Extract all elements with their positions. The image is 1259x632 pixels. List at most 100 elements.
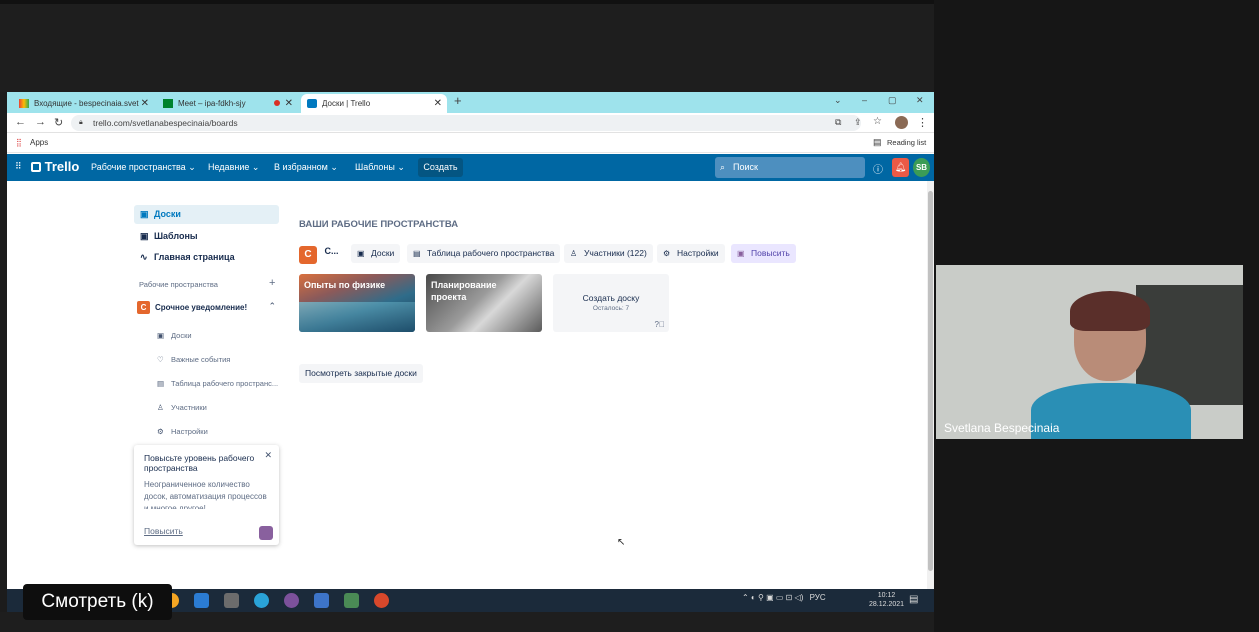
main-content: ▣ Доски ▣ Шаблоны ∿ Главная страница Рабочи…: [7, 181, 934, 589]
avatar[interactable]: SB: [913, 158, 930, 177]
search-icon: ⌕: [720, 162, 726, 172]
gear-icon: ⚙: [663, 249, 671, 258]
profile-avatar[interactable]: [895, 116, 908, 129]
members-icon: ♙: [570, 249, 578, 258]
vscode-icon[interactable]: [194, 593, 209, 608]
chevron-up-icon: ⌃: [268, 301, 276, 311]
workspace-table-button[interactable]: ▤ Таблица рабочего пространства: [407, 244, 561, 263]
meet-icon: [163, 99, 173, 108]
app-icon[interactable]: [314, 593, 329, 608]
subitem-highlights[interactable]: ♡ Важные события: [157, 355, 230, 364]
translate-icon[interactable]: ⧉: [835, 117, 841, 128]
subitem-settings[interactable]: ⚙ Настройки: [157, 427, 208, 436]
viber-icon[interactable]: [284, 593, 299, 608]
workspace-badge[interactable]: С С...: [299, 244, 338, 264]
participant-video: Svetlana Bespecinaia: [936, 265, 1243, 439]
create-button[interactable]: Создать: [418, 158, 463, 177]
clock[interactable]: 10:12 28.12.2021: [869, 591, 904, 609]
share-icon[interactable]: ⇪: [854, 117, 862, 128]
tab-search-icon[interactable]: ⌄: [834, 95, 842, 106]
boards-button[interactable]: ▣ Доски: [351, 244, 401, 263]
participant-name: Svetlana Bespecinaia: [944, 421, 1060, 435]
upgrade-icon: [259, 526, 273, 540]
subitem-boards[interactable]: ▣ Доски: [157, 331, 192, 340]
closed-boards-button[interactable]: Посмотреть закрытые доски: [299, 364, 423, 383]
minimize-icon[interactable]: –: [862, 95, 867, 105]
reading-list-icon: ▤: [873, 137, 882, 147]
search-input[interactable]: ⌕ Поиск: [715, 157, 865, 178]
board-icon: ▣: [140, 209, 149, 219]
workspace-header[interactable]: С Срочное уведомление! ⌃: [137, 300, 279, 316]
chevron-down-icon: ⌄: [397, 162, 405, 172]
notifications-icon[interactable]: ▤: [909, 594, 918, 605]
scrollbar-thumb[interactable]: [928, 191, 933, 571]
lock-icon: 🔒︎: [79, 119, 83, 126]
add-workspace-icon[interactable]: +: [269, 277, 275, 289]
url-input[interactable]: 🔒︎ trello.com/svetlanabespecinaia/boards: [71, 115, 861, 131]
nav-recent[interactable]: Недавние ⌄: [208, 162, 259, 173]
bookmarks-bar: ⣿ Apps ▤ Reading list: [7, 133, 934, 153]
menu-icon[interactable]: ⋮: [917, 116, 928, 129]
pulse-icon: ∿: [140, 252, 148, 262]
close-icon[interactable]: ✕: [264, 450, 272, 461]
new-tab-button[interactable]: +: [454, 93, 462, 108]
apps-link[interactable]: Apps: [30, 138, 48, 147]
help-icon[interactable]: ?⃝: [655, 320, 665, 329]
gmail-icon: [19, 99, 29, 108]
nav-starred[interactable]: В избранном ⌄: [274, 162, 338, 173]
chrome-icon[interactable]: [344, 593, 359, 608]
board-wave: [299, 302, 415, 332]
close-icon[interactable]: ✕: [285, 98, 293, 109]
gear-icon: ⚙: [157, 427, 164, 436]
tab-trello[interactable]: Доски | Trello ✕: [301, 94, 447, 113]
back-icon[interactable]: ←: [15, 116, 26, 128]
nav-templates[interactable]: Шаблоны ⌄: [355, 162, 405, 173]
close-icon[interactable]: ✕: [434, 98, 442, 109]
reload-icon[interactable]: ↻: [54, 116, 63, 129]
trello-logo[interactable]: Trello: [31, 159, 79, 174]
sidebar-item-home[interactable]: ∿ Главная страница: [134, 248, 279, 267]
chevron-down-icon: ⌄: [251, 162, 260, 172]
trello-header: ⠿ Trello Рабочие пространства ⌄ Недавние…: [7, 154, 934, 181]
bell-icon[interactable]: 🔔︎: [892, 158, 909, 177]
upgrade-link[interactable]: Повысить: [144, 526, 183, 536]
apps-icon[interactable]: ⣿: [16, 138, 22, 147]
scrollbar[interactable]: [927, 181, 934, 589]
board-tile-planning[interactable]: Планирование проекта: [426, 274, 542, 332]
system-tray[interactable]: ⌃ ◐ ⚲ ▣ ▭ ⊡ ◁) РУС: [742, 593, 826, 602]
trello-board-icon: [31, 162, 41, 172]
close-icon[interactable]: ✕: [141, 98, 149, 109]
board-icon: ▣: [357, 249, 365, 258]
window-close-icon[interactable]: ✕: [916, 95, 924, 106]
subitem-table[interactable]: ▤ Таблица рабочего пространс...: [157, 379, 278, 388]
sidebar-item-boards[interactable]: ▣ Доски: [134, 205, 279, 224]
maximize-icon[interactable]: ▢: [888, 95, 897, 106]
create-board-tile[interactable]: Создать доску Осталось: 7 ?⃝: [553, 274, 669, 332]
board-tile-physics[interactable]: Опыты по физике: [299, 274, 415, 332]
tab-strip: Входящие - bespecinaia.svetlana ✕ Meet –…: [7, 92, 934, 113]
upgrade-button[interactable]: ▣ Повысить: [731, 244, 796, 263]
forward-icon[interactable]: →: [35, 116, 46, 128]
app-icon[interactable]: [374, 593, 389, 608]
tab-gmail[interactable]: Входящие - bespecinaia.svetlana ✕: [13, 94, 154, 113]
tab-meet[interactable]: Meet – ipa-fdkh-sjy ✕: [157, 94, 298, 113]
address-bar: ← → ↻ 🔒︎ trello.com/svetlanabespecinaia/…: [7, 113, 934, 133]
telegram-icon[interactable]: [254, 593, 269, 608]
reading-list-link[interactable]: Reading list: [887, 138, 926, 147]
members-button[interactable]: ♙ Участники (122): [564, 244, 653, 263]
table-icon: ▤: [157, 379, 165, 388]
board-icon: ▣: [157, 331, 165, 340]
chevron-down-icon: ⌄: [330, 162, 338, 172]
sidebar-item-templates[interactable]: ▣ Шаблоны: [134, 227, 279, 246]
nav-workspaces[interactable]: Рабочие пространства ⌄: [91, 162, 196, 173]
app-switcher-icon[interactable]: ⠿: [15, 161, 22, 172]
info-icon[interactable]: ⓘ: [873, 161, 883, 176]
subitem-members[interactable]: ♙ Участники: [157, 403, 207, 412]
trello-icon: [307, 99, 317, 108]
settings-button[interactable]: ⚙ Настройки: [657, 244, 725, 263]
watch-button[interactable]: Смотреть (k): [23, 584, 172, 620]
app-icon[interactable]: [224, 593, 239, 608]
star-icon[interactable]: ☆: [873, 116, 882, 127]
table-icon: ▤: [413, 249, 421, 258]
upgrade-icon: ▣: [737, 249, 745, 258]
